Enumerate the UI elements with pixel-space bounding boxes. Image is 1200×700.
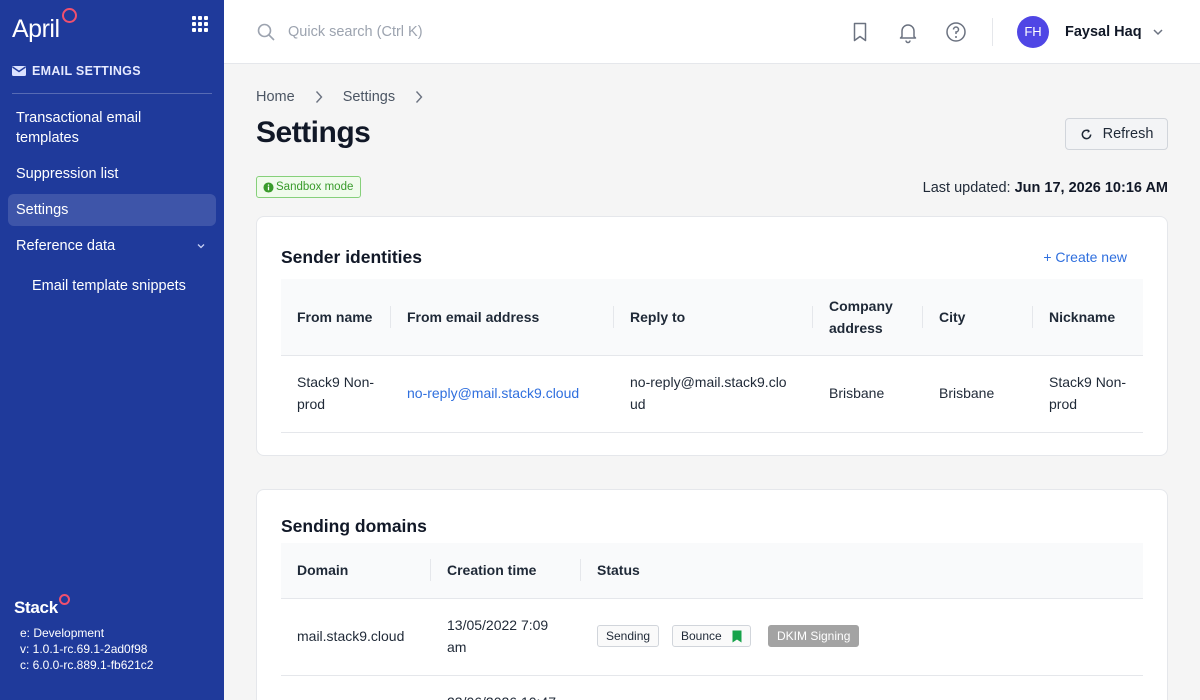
sandbox-label: Sandbox mode [276, 181, 354, 193]
sending-domains-card: Sending domains Domain Creation time Sta… [256, 489, 1168, 700]
sidebar-item-label: Reference data [16, 238, 116, 254]
section-title-label: EMAIL SETTINGS [32, 64, 141, 78]
cell-from-email-link[interactable]: no-reply@mail.stack9.cloud [407, 382, 579, 404]
refresh-label: Refresh [1102, 126, 1154, 142]
april-logo[interactable]: April [12, 8, 77, 44]
sidebar-item-settings[interactable]: Settings [8, 194, 216, 226]
col-from-email: From email address [407, 309, 540, 325]
search-input[interactable] [288, 20, 688, 44]
info-icon [263, 181, 274, 193]
cell-creation-time: 13/05/2022 7:09 am [447, 617, 549, 655]
cell-from-name: Stack9 Non-prod [297, 374, 375, 412]
bell-icon[interactable] [896, 20, 920, 44]
col-company-address: Company address [829, 298, 893, 336]
last-updated: Last updated: Jun 17, 2026 10:16 AM [923, 180, 1168, 196]
stack-logo: Stack [14, 592, 70, 624]
status-tag-bounce: Bounce [672, 625, 751, 647]
sender-identities-table: From name From email address Reply to Co… [281, 279, 1143, 433]
topbar: FH Faysal Haq [224, 0, 1200, 64]
sidebar: April EMAIL SETTINGS Transactional email… [0, 0, 224, 700]
nine-logo-icon [61, 8, 77, 23]
col-domain: Domain [297, 562, 349, 578]
sandbox-badge: Sandbox mode [256, 176, 362, 198]
table-header: Domain Creation time Status [281, 543, 1143, 598]
cell-nickname: Stack9 Non-prod [1049, 374, 1127, 412]
sidebar-item-label: Suppression list [16, 166, 119, 182]
nine-logo-icon [58, 594, 70, 605]
envelope-icon [12, 66, 26, 76]
refresh-button[interactable]: Refresh [1065, 118, 1168, 150]
logo-text: April [12, 15, 60, 43]
apps-grid-icon[interactable] [192, 16, 208, 32]
chevron-down-icon[interactable] [1152, 26, 1164, 38]
page-title: Settings [256, 116, 371, 149]
version-line: v: 1.0.1-rc.69.1-2ad0f98 [20, 642, 148, 656]
section-title: EMAIL SETTINGS [12, 64, 141, 78]
environment-info: e: Development v: 1.0.1-rc.69.1-2ad0f98 … [20, 625, 153, 673]
sidebar-item-label: Email template snippets [32, 278, 186, 294]
status-tag-dkim-signing: DKIM Signing [768, 625, 860, 647]
col-creation-time: Creation time [447, 562, 537, 578]
breadcrumb: Home Settings [256, 89, 443, 105]
breadcrumb-home[interactable]: Home [256, 89, 295, 105]
sender-identities-card: Sender identities + Create new From name… [256, 216, 1168, 456]
col-reply-to: Reply to [630, 309, 686, 325]
last-updated-label: Last updated: [922, 180, 1011, 196]
sidebar-item-label: Settings [16, 202, 69, 218]
sending-domains-title: Sending domains [281, 516, 427, 536]
search-icon [257, 23, 275, 41]
sidebar-item-label: Transactional email templates [16, 110, 142, 146]
bookmark-icon [732, 630, 742, 642]
col-nickname: Nickname [1049, 309, 1116, 325]
env-line: e: Development [20, 626, 105, 640]
col-from-name: From name [297, 309, 373, 325]
stack-logo-text: Stack [14, 598, 58, 617]
cell-reply-to: no-reply@mail.stack9.cloud [630, 374, 787, 412]
sidebar-divider [12, 93, 212, 94]
avatar[interactable]: FH [1017, 16, 1049, 48]
user-name[interactable]: Faysal Haq [1065, 24, 1142, 40]
sidebar-item-suppression-list[interactable]: Suppression list [8, 158, 216, 190]
cell-company-address: Brisbane [829, 385, 885, 401]
refresh-icon [1081, 128, 1092, 139]
status-tag-sending: Sending [597, 625, 660, 647]
cell-city: Brisbane [939, 385, 995, 401]
sender-identities-title: Sender identities [281, 247, 423, 267]
cell-domain: mail.stack9.cloud [297, 628, 405, 644]
sidebar-item-reference-data[interactable]: Reference data [8, 230, 216, 262]
create-new-link[interactable]: + Create new [1043, 249, 1127, 265]
col-status: Status [597, 562, 640, 578]
sending-domains-table: Domain Creation time Status mail.stack9.… [281, 543, 1143, 700]
chevron-right-icon [416, 91, 423, 103]
cell-creation-time: 23/06/2026 10:47 [447, 691, 556, 700]
topbar-divider [992, 18, 993, 46]
last-updated-value: Jun 17, 2026 10:16 AM [1014, 180, 1168, 196]
sidebar-item-transactional-email-templates[interactable]: Transactional email templates [8, 108, 216, 148]
table-header: From name From email address Reply to Co… [281, 279, 1143, 355]
help-icon[interactable] [944, 20, 968, 44]
chevron-right-icon [315, 91, 323, 103]
bookmark-icon[interactable] [848, 20, 872, 44]
sidebar-item-email-template-snippets[interactable]: Email template snippets [8, 270, 216, 302]
col-city: City [939, 309, 966, 325]
breadcrumb-settings[interactable]: Settings [343, 89, 395, 105]
core-version-line: c: 6.0.0-rc.889.1-fb621c2 [20, 658, 154, 672]
chevron-down-icon [197, 244, 205, 249]
